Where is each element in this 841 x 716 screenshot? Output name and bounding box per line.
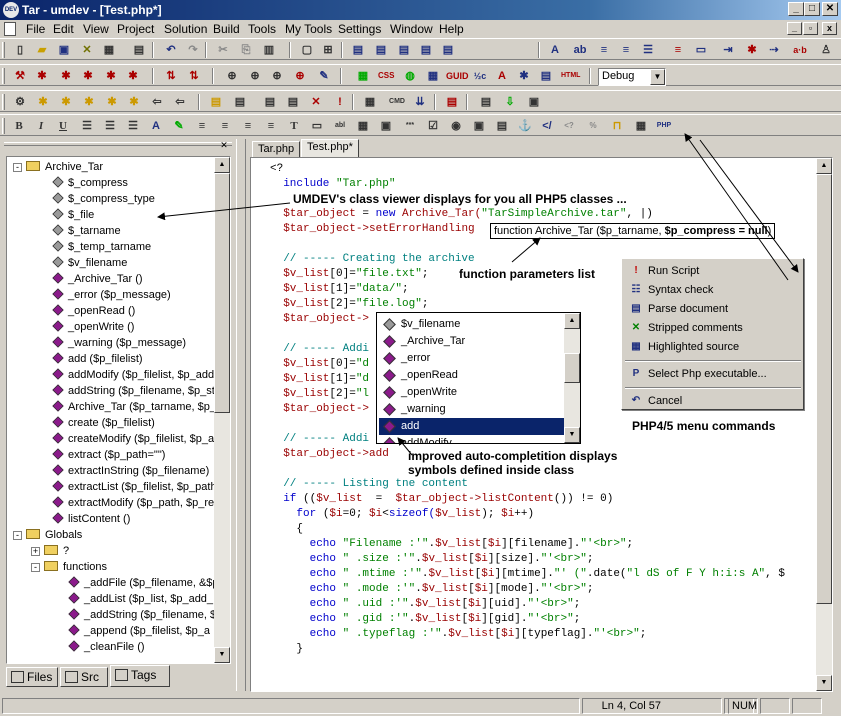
status-num: NUM: [728, 698, 758, 714]
arrow-to-tree: [157, 202, 291, 221]
status-scroll: [760, 698, 790, 714]
status-message: [2, 698, 580, 714]
cursor-position: Ln 4, Col 57: [582, 698, 722, 714]
annotation-arrows: [157, 133, 799, 456]
arrow-to-tooltip: [511, 237, 541, 263]
status-bar: Ln 4, Col 57 NUM: [0, 696, 841, 716]
arrow-to-menu: [699, 139, 799, 273]
arrow-to-php-button: [684, 133, 789, 281]
status-ovr: [792, 698, 822, 714]
arrow-to-autocomplete: [397, 437, 413, 456]
